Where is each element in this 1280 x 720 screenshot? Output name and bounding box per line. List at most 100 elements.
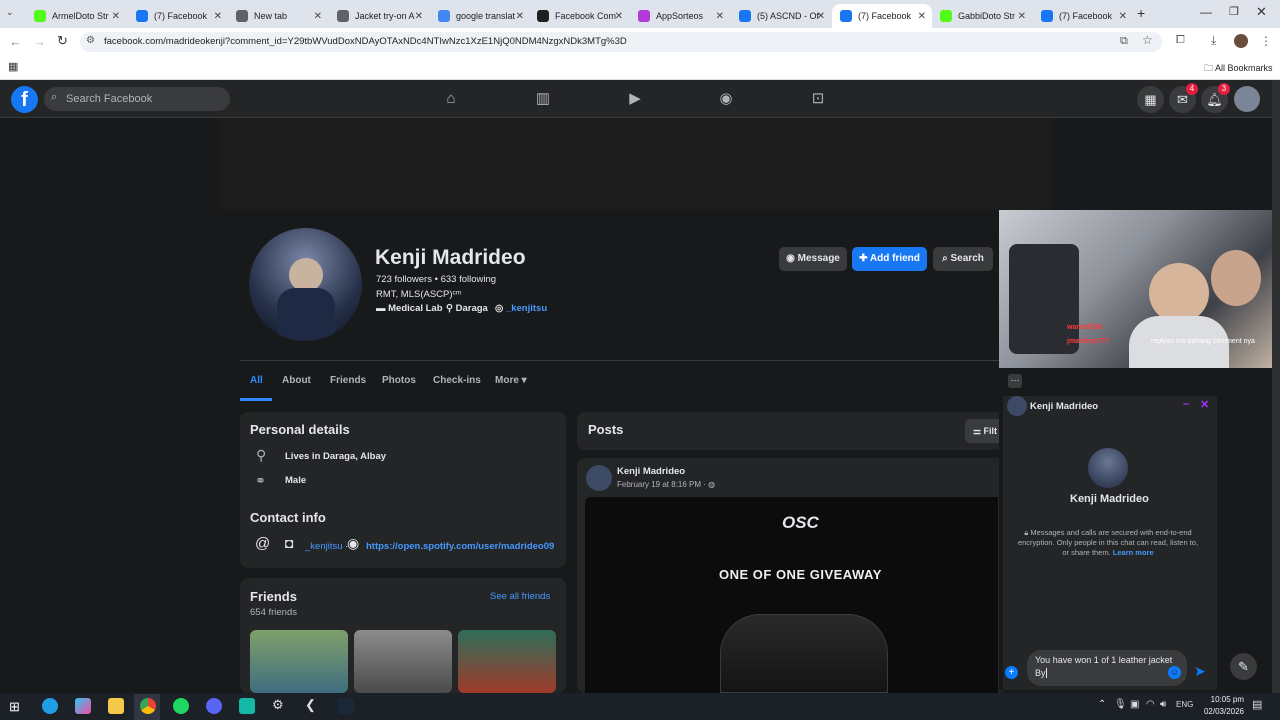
chat-add-icon[interactable]: + (1005, 666, 1018, 679)
page-scrollbar[interactable] (1272, 80, 1280, 693)
app-icon[interactable] (239, 698, 255, 714)
browser-tab[interactable]: (7) Facebook ✕ (832, 4, 932, 28)
add-friend-button[interactable]: ✚ Add friend (852, 247, 927, 271)
file-explorer-icon[interactable] (108, 698, 124, 714)
tab-close-icon[interactable]: ✕ (214, 11, 222, 22)
home-icon[interactable]: ⌂ (441, 89, 461, 109)
gaming-icon[interactable]: ⊡ (808, 89, 828, 109)
post-author-name[interactable]: Kenji Madrideo (617, 466, 685, 477)
close-chat-icon[interactable]: ✕ (1200, 398, 1209, 411)
close-window-button[interactable]: ✕ (1256, 4, 1267, 20)
search-profile-button[interactable]: ⌕ Search (933, 247, 993, 271)
profile-tab[interactable]: Photos (382, 375, 416, 386)
friend-photo[interactable] (250, 630, 348, 693)
tray-chevron-icon[interactable]: ⌃ (1098, 699, 1106, 710)
groups-icon[interactable]: ◉ (716, 89, 736, 109)
see-all-friends-link[interactable]: See all friends (490, 591, 550, 602)
tab-close-icon[interactable]: ✕ (1018, 11, 1026, 22)
app-icon[interactable]: ❮ (305, 697, 316, 713)
chat-contact-avatar[interactable] (1088, 448, 1128, 488)
windows-start-icon[interactable]: ⊞ (9, 699, 20, 715)
feeds-icon[interactable]: ▥ (533, 89, 553, 109)
tab-close-icon[interactable]: ✕ (716, 11, 724, 22)
cover-photo[interactable] (219, 118, 1052, 210)
menu-grid-icon[interactable]: ▦ (1137, 86, 1164, 113)
friend-photo[interactable] (458, 630, 556, 693)
clock-date[interactable]: 02/03/2026 (1200, 707, 1244, 716)
send-icon[interactable]: ➤ (1194, 663, 1206, 680)
learn-more-link[interactable]: Learn more (1113, 548, 1154, 557)
all-bookmarks[interactable]: 🗀 All Bookmarks (1204, 61, 1273, 77)
microphone-icon[interactable]: 🎙︎ (1114, 699, 1127, 710)
profile-tab[interactable]: All (250, 375, 263, 386)
facebook-search-input[interactable]: Search Facebook (44, 87, 230, 111)
install-app-icon[interactable]: ⧉ (1120, 35, 1128, 48)
restore-button[interactable]: ❐ (1229, 5, 1239, 18)
profile-instagram-link[interactable]: _kenjitsu (506, 303, 547, 314)
instagram-link-label[interactable]: _kenjitsu (305, 541, 343, 552)
profile-picture[interactable] (249, 228, 362, 341)
tab-close-icon[interactable]: ✕ (314, 11, 322, 22)
profile-instagram[interactable]: ◎ _kenjitsu (495, 303, 547, 314)
steam-icon[interactable] (338, 698, 354, 714)
profile-tab[interactable]: Friends (330, 375, 366, 386)
instagram-link[interactable]: _kenjitsu · (305, 541, 348, 552)
message-input[interactable]: You have won 1 of 1 leather jacket By (1027, 650, 1187, 686)
browser-tab[interactable]: (7) Facebook ✕ (1033, 4, 1133, 28)
tab-close-icon[interactable]: ✕ (918, 11, 926, 22)
browser-tab[interactable]: ArmelDoto Str ✕ (26, 4, 126, 28)
new-message-icon[interactable]: ✎ (1230, 653, 1257, 680)
volume-icon[interactable]: 🔊︎ (1160, 699, 1166, 710)
profile-stats[interactable]: 723 followers • 633 following (376, 274, 496, 285)
chat-header-name[interactable]: Kenji Madrideo (1030, 401, 1098, 412)
post-date[interactable]: February 19 at 8:16 PM · ◍ (617, 480, 715, 489)
emoji-icon[interactable]: ☺ (1168, 666, 1181, 679)
browser-tab[interactable]: New tab ✕ (228, 4, 328, 28)
browser-profile-avatar[interactable] (1234, 34, 1248, 48)
tab-close-icon[interactable]: ✕ (112, 11, 120, 22)
browser-tab[interactable]: google translat ✕ (430, 4, 530, 28)
account-avatar[interactable] (1234, 86, 1260, 112)
post-author-avatar[interactable] (586, 465, 612, 491)
camera-icon[interactable]: ▣ (1130, 699, 1139, 710)
tab-close-icon[interactable]: ✕ (615, 11, 623, 22)
language-indicator[interactable]: ENG (1176, 700, 1193, 709)
message-button[interactable]: ◉ Message (779, 247, 847, 271)
tab-close-icon[interactable]: ✕ (415, 11, 423, 22)
spotify-icon[interactable] (173, 698, 189, 714)
video-icon[interactable]: ▶ (625, 89, 645, 109)
friend-photo[interactable] (354, 630, 452, 693)
notification-center-icon[interactable]: ▤ (1252, 698, 1262, 711)
minimize-button[interactable]: — (1200, 5, 1212, 19)
friends-heading[interactable]: Friends (250, 589, 297, 604)
tab-search-button[interactable]: ⌄ (6, 7, 20, 21)
tab-close-icon[interactable]: ✕ (817, 11, 825, 22)
browser-tab[interactable]: GabbiDoto Str ✕ (932, 4, 1032, 28)
profile-tab[interactable]: About (282, 375, 311, 386)
extensions-icon[interactable]: ⧠ (1176, 34, 1185, 47)
discord-icon[interactable] (206, 698, 222, 714)
tab-close-icon[interactable]: ✕ (516, 11, 524, 22)
back-icon[interactable]: ← (9, 34, 22, 49)
chrome-icon[interactable] (140, 698, 156, 714)
facebook-logo[interactable]: f (11, 86, 38, 113)
browser-tab[interactable]: (7) Facebook ✕ (128, 4, 228, 28)
chat-more-button[interactable]: ··· (1008, 374, 1022, 388)
tab-close-icon[interactable]: ✕ (1119, 11, 1127, 22)
profile-tab[interactable]: Check-ins (433, 375, 481, 386)
chrome-menu-icon[interactable]: ⋮ (1260, 34, 1272, 48)
forward-icon[interactable]: → (33, 34, 46, 49)
edge-icon[interactable] (42, 698, 58, 714)
clock-time[interactable]: 10:05 pm (1204, 695, 1244, 704)
apps-grid-icon[interactable]: ▦ (8, 60, 18, 73)
profile-tab[interactable]: More ▾ (495, 375, 527, 386)
site-info-icon[interactable]: ⚙ (86, 35, 95, 46)
browser-tab[interactable]: AppSorteos ✕ (630, 4, 730, 28)
bookmark-star-icon[interactable]: ☆ (1142, 33, 1153, 47)
chat-header-avatar[interactable] (1007, 396, 1027, 416)
browser-tab[interactable]: (5) ASCND - Of ✕ (731, 4, 831, 28)
download-icon[interactable]: ⤓ (1211, 33, 1216, 48)
address-bar[interactable]: facebook.com/madrideokenji?comment_id=Y2… (80, 32, 1162, 52)
browser-tab[interactable]: Jacket try-on A ✕ (329, 4, 429, 28)
spotify-link[interactable]: https://open.spotify.com/user/madrideo09 (366, 541, 554, 552)
